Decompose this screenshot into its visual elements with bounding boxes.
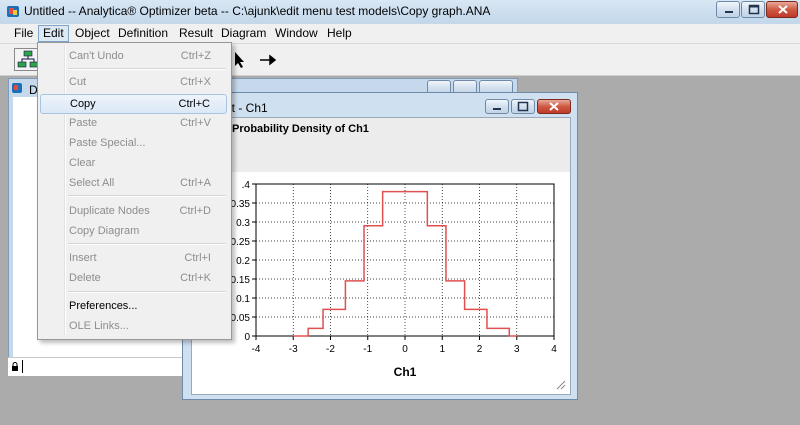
edit-menu-dropdown: Can't Undo Ctrl+Z Cut Ctrl+X Copy Ctrl+C Paste… — [37, 42, 232, 340]
y-tick-label: 0.1 — [236, 294, 250, 305]
menu-item-label: Copy — [70, 98, 96, 110]
menu-item-label: Delete — [69, 272, 101, 284]
chart-heading: Probability Density of Ch1 — [232, 123, 369, 135]
menu-file[interactable]: File — [10, 26, 37, 41]
menu-item-select-all[interactable]: Select All Ctrl+A — [40, 174, 227, 194]
menu-item-label: Paste — [69, 117, 98, 129]
menu-diagram[interactable]: Diagram — [217, 26, 270, 41]
menu-item-shortcut: Ctrl+I — [184, 252, 211, 264]
close-icon — [778, 5, 788, 14]
menu-item-label: Preferences... — [69, 300, 138, 312]
menu-item-duplicate-nodes[interactable]: Duplicate Nodes Ctrl+D — [40, 202, 227, 222]
text-cursor — [22, 360, 23, 373]
menu-item-shortcut: Ctrl+V — [180, 117, 211, 129]
result-window: lt - Ch1 Probability Density of Ch1 -4 -3… — [182, 92, 578, 400]
result-header: Probability Density of Ch1 — [192, 118, 570, 172]
menu-item-label: Select All — [69, 177, 115, 189]
menu-window[interactable]: Window — [271, 26, 322, 41]
menu-item-ole-links[interactable]: OLE Links... — [40, 317, 227, 337]
x-tick-label: 0 — [402, 344, 408, 355]
menu-item-paste[interactable]: Paste Ctrl+V — [40, 114, 227, 134]
menu-item-copy-diagram[interactable]: Copy Diagram — [40, 222, 227, 242]
menu-item-insert[interactable]: Insert Ctrl+I — [40, 249, 227, 269]
x-tick-label: -3 — [289, 344, 298, 355]
menu-separator — [68, 68, 226, 70]
diagram-status-field[interactable] — [8, 357, 184, 376]
y-tick-label: 0.2 — [236, 256, 250, 267]
x-tick-label: 4 — [551, 344, 557, 355]
menu-item-delete[interactable]: Delete Ctrl+K — [40, 269, 227, 289]
minimize-button[interactable] — [716, 1, 740, 18]
maximize-button[interactable] — [741, 1, 765, 18]
arrow-tool-button[interactable] — [254, 48, 282, 71]
menu-item-shortcut: Ctrl+C — [178, 98, 210, 110]
menu-edit[interactable]: Edit — [38, 25, 69, 42]
menu-item-label: Duplicate Nodes — [69, 205, 150, 217]
y-tick-label: 0.15 — [231, 275, 251, 286]
right-arrow-icon — [260, 54, 277, 66]
x-tick-label: -4 — [252, 344, 261, 355]
main-window: Untitled -- Analytica® Optimizer beta --… — [0, 0, 800, 425]
resize-grip-icon[interactable] — [554, 378, 566, 390]
window-title: Untitled -- Analytica® Optimizer beta --… — [24, 4, 491, 18]
analytica-app-icon — [7, 6, 19, 17]
menu-item-preferences[interactable]: Preferences... — [40, 297, 227, 317]
menu-item-label: Insert — [69, 252, 97, 264]
density-chart[interactable]: -4 -3 -2 -1 0 1 2 3 4 .4 0.35 0.3 0.25 0.2 0.15 0.1 0.05… — [192, 172, 570, 394]
menu-item-label: Paste Special... — [69, 137, 146, 149]
y-tick-label: 0.35 — [231, 199, 251, 210]
menu-object[interactable]: Object — [71, 26, 114, 41]
menu-item-label: Can't Undo — [69, 50, 124, 62]
menu-separator — [68, 195, 226, 197]
menu-separator — [68, 291, 226, 293]
minimize-icon — [725, 11, 733, 13]
close-button[interactable] — [766, 1, 798, 18]
menu-item-shortcut: Ctrl+D — [179, 205, 211, 217]
menu-separator — [68, 243, 226, 245]
result-close-button[interactable] — [537, 99, 571, 114]
maximize-icon — [748, 4, 760, 15]
menu-item-copy[interactable]: Copy Ctrl+C — [40, 94, 227, 114]
menu-item-label: Clear — [69, 157, 96, 169]
lock-icon — [12, 362, 18, 371]
menu-item-label: Cut — [69, 76, 87, 88]
x-axis-label: Ch1 — [394, 365, 417, 379]
menu-help[interactable]: Help — [323, 26, 356, 41]
x-tick-label: 3 — [514, 344, 520, 355]
menu-item-shortcut: Ctrl+X — [180, 76, 211, 88]
y-tick-label: 0.25 — [231, 237, 251, 248]
menu-bar: File Edit Object Definition Result Diagr… — [0, 24, 800, 44]
x-tick-label: -1 — [363, 344, 372, 355]
menu-item-shortcut: Ctrl+A — [180, 177, 211, 189]
menu-item-cut[interactable]: Cut Ctrl+X — [40, 73, 227, 93]
result-maximize-button[interactable] — [511, 99, 535, 114]
maximize-icon — [517, 101, 529, 112]
result-minimize-button[interactable] — [485, 99, 509, 114]
minimize-icon — [493, 108, 501, 110]
menu-definition[interactable]: Definition — [114, 26, 172, 41]
menu-result[interactable]: Result — [175, 26, 217, 41]
diagram-window-icon — [12, 83, 22, 93]
menu-item-shortcut: Ctrl+Z — [180, 50, 211, 62]
y-tick-label: 0.05 — [231, 313, 251, 324]
result-window-title: lt - Ch1 — [229, 101, 268, 115]
menu-item-clear[interactable]: Clear — [40, 154, 227, 174]
menu-item-label: Copy Diagram — [69, 225, 140, 237]
y-tick-label: 0.3 — [236, 218, 250, 229]
menu-item-can-t-undo[interactable]: Can't Undo Ctrl+Z — [40, 47, 227, 67]
y-tick-label: .4 — [242, 180, 251, 191]
x-tick-label: 1 — [439, 344, 445, 355]
menu-item-label: OLE Links... — [69, 320, 129, 332]
result-content: Probability Density of Ch1 -4 -3 -2 -1 0 1 2 3 4… — [191, 117, 571, 395]
y-tick-label: 0 — [244, 332, 250, 343]
title-bar: Untitled -- Analytica® Optimizer beta --… — [0, 0, 800, 22]
menu-item-shortcut: Ctrl+K — [180, 272, 211, 284]
close-icon — [549, 102, 559, 111]
menu-item-paste-special[interactable]: Paste Special... — [40, 134, 227, 154]
x-tick-label: -2 — [326, 344, 335, 355]
x-tick-label: 2 — [477, 344, 483, 355]
